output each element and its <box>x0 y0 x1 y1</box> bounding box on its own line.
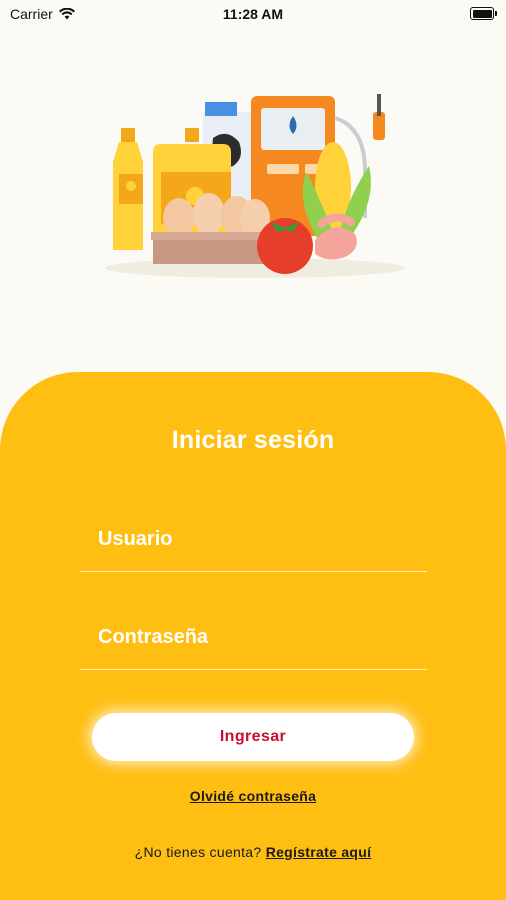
no-account-text: ¿No tienes cuenta? <box>134 844 262 860</box>
forgot-password-link[interactable]: Olvidé contraseña <box>0 788 506 804</box>
username-input[interactable] <box>80 508 427 571</box>
login-button[interactable]: Ingresar <box>92 713 414 761</box>
login-panel: Iniciar sesión Ingresar Olvidé contraseñ… <box>0 372 506 900</box>
battery-icon <box>470 7 497 20</box>
page-title: Iniciar sesión <box>171 426 335 454</box>
oil-bottle-icon <box>113 128 143 250</box>
login-screen: Carrier 11:28 AM Iniciar sesión Usuario … <box>0 0 506 900</box>
password-field[interactable] <box>80 606 427 670</box>
tomato-icon <box>257 218 313 274</box>
status-time: 11:28 AM <box>222 6 284 22</box>
groceries-illustration <box>105 94 405 278</box>
username-field[interactable] <box>80 508 427 572</box>
status-bar: Carrier 11:28 AM <box>0 0 506 28</box>
password-input[interactable] <box>80 606 427 669</box>
register-link[interactable]: Regístrate aquí <box>266 844 372 860</box>
register-row: ¿No tienes cuenta? Regístrate aquí <box>0 844 506 860</box>
